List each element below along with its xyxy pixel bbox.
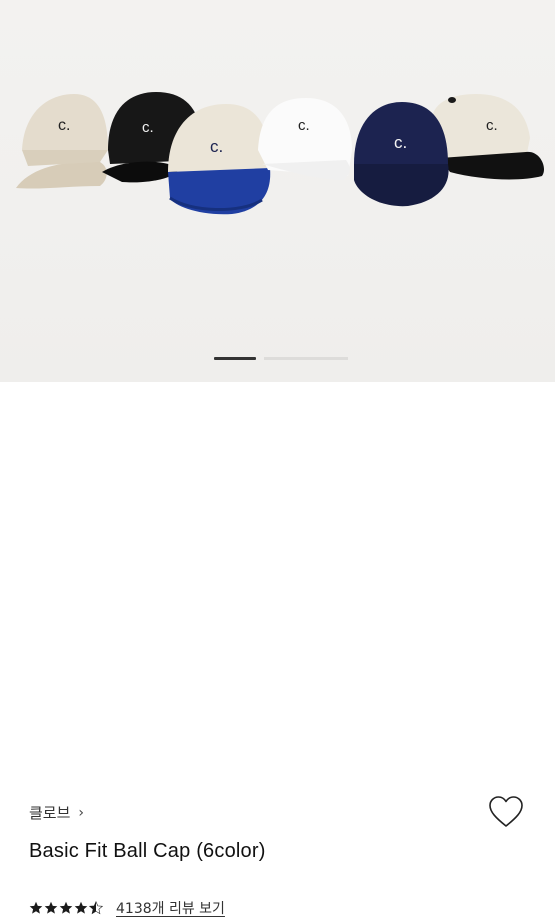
product-info: 클로브 › Basic Fit Ball Cap (6color) 4138개 …	[0, 382, 555, 917]
heart-icon[interactable]	[488, 795, 524, 829]
star-icon	[29, 901, 43, 914]
star-icon	[74, 901, 88, 914]
star-icon	[59, 901, 73, 914]
product-title: Basic Fit Ball Cap (6color)	[29, 840, 266, 862]
star-rating	[29, 901, 104, 915]
cap-beige: c.	[16, 94, 108, 189]
cap-logo: c.	[58, 117, 70, 134]
reviews-link[interactable]: 4138개 리뷰 보기	[116, 898, 225, 918]
pager-dot[interactable]	[264, 357, 348, 360]
cap-logo: c.	[142, 119, 154, 136]
cap-logo: c.	[298, 117, 310, 134]
cap-logo: c.	[210, 137, 223, 156]
cap-logo: c.	[486, 117, 498, 134]
cap-logo: c.	[394, 133, 407, 152]
brand-link[interactable]: 클로브 ›	[29, 802, 84, 823]
half-star-icon	[89, 901, 103, 915]
rating-row: 4138개 리뷰 보기	[29, 898, 225, 918]
star-icon	[44, 901, 58, 914]
caps-product-photo: c. c. c. c. c. c.	[16, 92, 545, 215]
pager-dot-active[interactable]	[214, 357, 256, 360]
cap-white: c.	[258, 98, 352, 180]
brand-label: 클로브	[29, 804, 71, 822]
carousel-pager	[214, 357, 348, 360]
product-image-carousel[interactable]: c. c. c. c. c. c.	[0, 0, 555, 382]
chevron-right-icon: ›	[78, 804, 85, 821]
cap-navy: c.	[354, 102, 449, 207]
cap-beige-black-brim: c.	[432, 94, 545, 180]
